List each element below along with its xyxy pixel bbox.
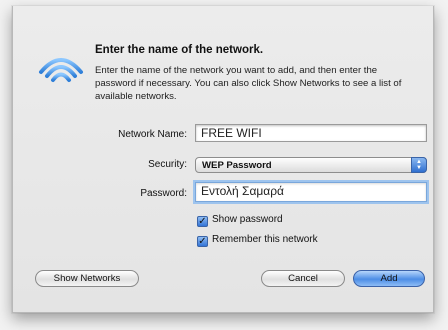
remember-network-option[interactable]: ✓ Remember this network: [197, 234, 318, 247]
password-label: Password:: [140, 188, 187, 199]
password-field[interactable]: Εντολή Σαμαρά: [195, 182, 427, 202]
remember-network-label: Remember this network: [212, 234, 318, 245]
show-password-label: Show password: [212, 214, 283, 225]
add-button[interactable]: Add: [353, 270, 425, 287]
security-label: Security:: [148, 159, 187, 170]
remember-network-checkbox[interactable]: ✓: [197, 236, 208, 247]
security-popup[interactable]: WEP Password ▲ ▼: [195, 157, 427, 173]
show-password-checkbox[interactable]: ✓: [197, 216, 208, 227]
cancel-button[interactable]: Cancel: [261, 270, 345, 287]
network-name-field[interactable]: FREE WIFI: [195, 124, 427, 142]
show-networks-button[interactable]: Show Networks: [35, 270, 139, 287]
show-password-option[interactable]: ✓ Show password: [197, 214, 283, 227]
wifi-icon: [39, 58, 83, 82]
security-value: WEP Password: [202, 160, 272, 171]
add-network-dialog: Enter the name of the network. Enter the…: [12, 6, 434, 313]
dialog-description: Enter the name of the network you want t…: [95, 65, 402, 102]
popup-arrows-icon: ▲ ▼: [411, 157, 427, 173]
dialog-title: Enter the name of the network.: [95, 44, 264, 56]
network-name-label: Network Name:: [118, 129, 187, 140]
